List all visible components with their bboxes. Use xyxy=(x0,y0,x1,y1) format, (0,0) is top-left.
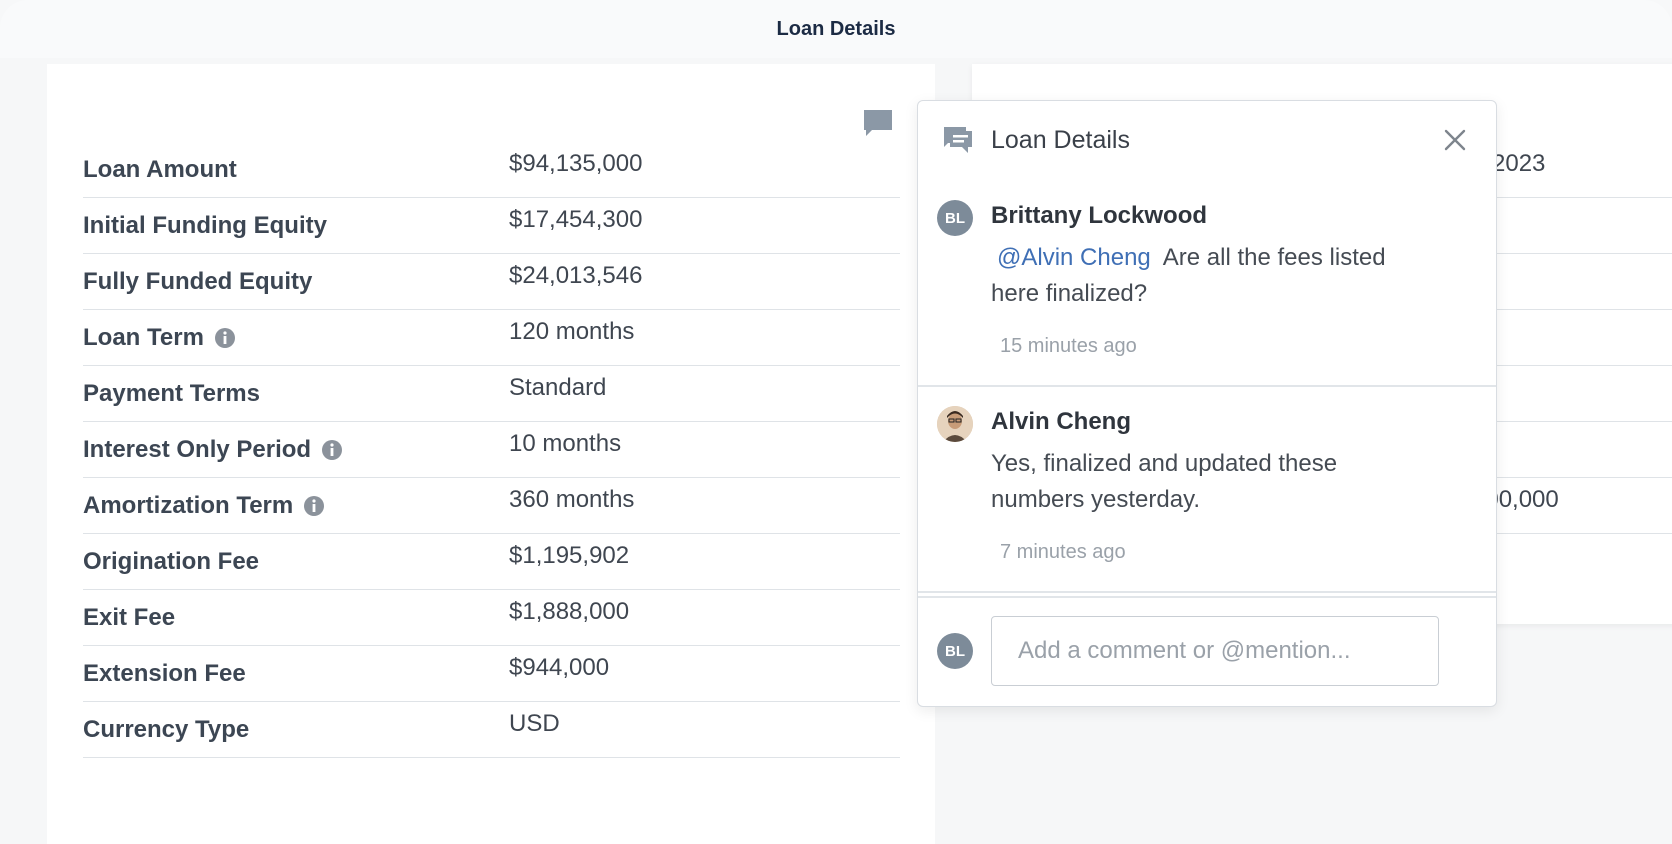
loan-field-row: Loan Term 120 months xyxy=(83,310,900,366)
field-label: Loan Amount xyxy=(83,156,237,184)
chat-bubbles-icon xyxy=(944,127,972,153)
comment-body: Yes, finalized and updated these numbers… xyxy=(991,450,1338,513)
field-value: $1,888,000 xyxy=(509,598,630,625)
field-label: Payment Terms xyxy=(83,380,260,408)
popover-title: Loan Details xyxy=(991,126,1130,154)
field-label: Fully Funded Equity xyxy=(83,268,312,296)
field-value: Standard xyxy=(509,374,607,401)
loan-fields-list: Loan Amount $94,135,000 Initial Funding … xyxy=(83,142,900,758)
field-value: $1,195,902 xyxy=(509,542,630,569)
field-label: Exit Fee xyxy=(83,604,175,632)
field-label-text: Fully Funded Equity xyxy=(83,268,313,295)
comment-icon[interactable] xyxy=(862,108,894,138)
field-value: 120 months xyxy=(509,318,635,345)
field-value: $94,135,000 xyxy=(509,150,643,177)
field-label-text: Origination Fee xyxy=(83,548,260,575)
page-title: Loan Details xyxy=(776,18,896,40)
field-label-text: Loan Term xyxy=(83,324,204,351)
close-icon[interactable] xyxy=(1442,127,1468,153)
field-value: $24,013,546 xyxy=(509,262,643,289)
comment-divider xyxy=(918,591,1496,593)
loan-field-row: Extension Fee $944,000 xyxy=(83,646,900,702)
comment-timestamp: 15 minutes ago xyxy=(1000,335,1137,357)
field-value: USD xyxy=(509,710,560,737)
field-label: Origination Fee xyxy=(83,548,259,576)
comment-divider xyxy=(918,385,1496,387)
secondary-details-values: 5/2023 % % % % % 000,000 xyxy=(1472,142,1672,534)
loan-field-row: Exit Fee $1,888,000 xyxy=(83,590,900,646)
field-label-text: Initial Funding Equity xyxy=(83,212,327,239)
field-label: Amortization Term xyxy=(83,492,325,520)
field-label-text: Currency Type xyxy=(83,716,250,743)
loan-field-row: Initial Funding Equity $17,454,300 xyxy=(83,198,900,254)
loan-field-row: Fully Funded Equity $24,013,546 xyxy=(83,254,900,310)
secondary-row: % xyxy=(1472,366,1672,422)
comment-text: @Alvin Cheng Are all the fees listed here… xyxy=(991,240,1411,312)
popover-header: Loan Details xyxy=(918,101,1496,181)
info-icon[interactable] xyxy=(321,439,343,461)
field-label: Interest Only Period xyxy=(83,436,343,464)
field-label-text: Exit Fee xyxy=(83,604,176,631)
loan-field-row: Amortization Term 360 months xyxy=(83,478,900,534)
mention-link[interactable]: @Alvin Cheng xyxy=(997,244,1151,271)
app-frame: Loan Details 5/2023 % % % % % 000,000 Lo… xyxy=(0,0,1672,844)
loan-field-row: Interest Only Period 10 months xyxy=(83,422,900,478)
field-value: 10 months xyxy=(509,430,622,457)
field-label-text: Interest Only Period xyxy=(83,436,312,463)
field-label-text: Amortization Term xyxy=(83,492,294,519)
comments-popover: Loan Details BL Brittany Lockwood @Alvin… xyxy=(917,100,1497,707)
field-value: $17,454,300 xyxy=(509,206,643,233)
info-icon[interactable] xyxy=(214,327,236,349)
field-value: 360 months xyxy=(509,486,635,513)
secondary-row: % xyxy=(1472,254,1672,310)
compose-divider xyxy=(918,596,1496,598)
field-value: $944,000 xyxy=(509,654,610,681)
secondary-row: % xyxy=(1472,198,1672,254)
secondary-row: % xyxy=(1472,310,1672,366)
field-label: Loan Term xyxy=(83,324,236,352)
user-photo-icon xyxy=(937,406,973,442)
field-label: Currency Type xyxy=(83,716,249,744)
info-icon[interactable] xyxy=(303,495,325,517)
comment-author: Brittany Lockwood xyxy=(991,202,1208,229)
field-label: Initial Funding Equity xyxy=(83,212,327,240)
avatar xyxy=(937,406,973,442)
field-label-text: Extension Fee xyxy=(83,660,246,687)
comment-timestamp: 7 minutes ago xyxy=(1000,541,1126,563)
avatar: BL xyxy=(937,633,973,669)
comment-author: Alvin Cheng xyxy=(991,408,1132,435)
loan-field-row: Currency Type USD xyxy=(83,702,900,758)
avatar: BL xyxy=(937,200,973,236)
field-label-text: Payment Terms xyxy=(83,380,260,407)
loan-field-row: Payment Terms Standard xyxy=(83,366,900,422)
field-label: Extension Fee xyxy=(83,660,246,688)
loan-field-row: Loan Amount $94,135,000 xyxy=(83,142,900,198)
comment-text: Yes, finalized and updated these numbers… xyxy=(991,446,1411,518)
loan-field-row: Origination Fee $1,195,902 xyxy=(83,534,900,590)
field-label-text: Loan Amount xyxy=(83,156,237,183)
secondary-row: 000,000 xyxy=(1472,478,1672,534)
comment-input[interactable] xyxy=(991,616,1439,686)
secondary-row: 5/2023 xyxy=(1472,142,1672,198)
secondary-row: % xyxy=(1472,422,1672,478)
